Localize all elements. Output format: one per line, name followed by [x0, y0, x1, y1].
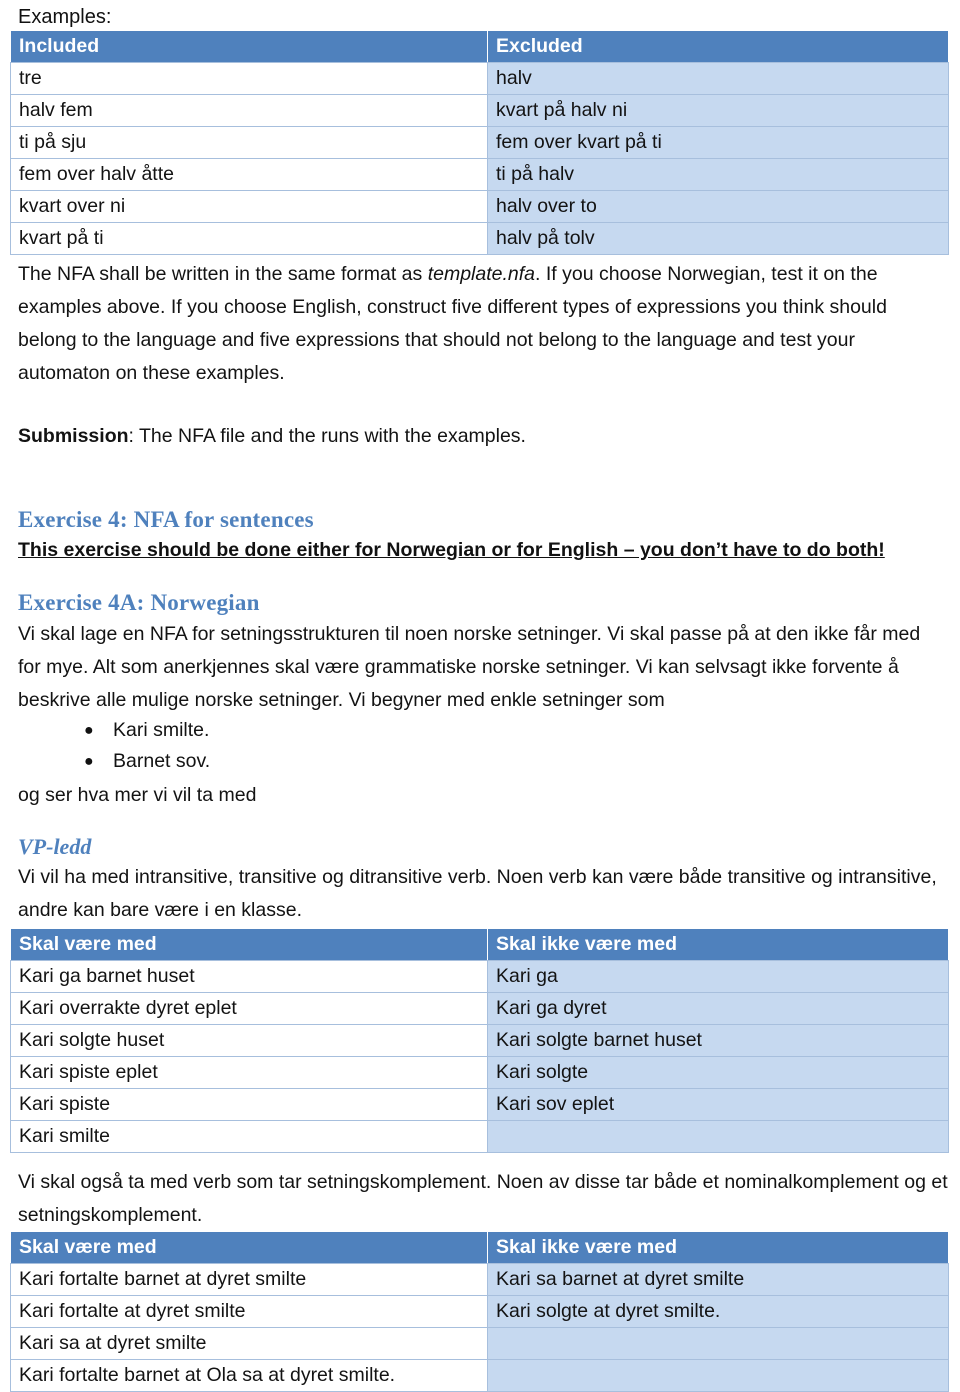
submission-paragraph: Submission: The NFA file and the runs wi…: [18, 420, 948, 453]
table-cell: Kari fortalte at dyret smilte: [10, 1295, 488, 1328]
table-cell: Kari solgte: [487, 1056, 949, 1089]
table-row: Kari solgte huset Kari solgte barnet hus…: [10, 1024, 949, 1057]
column-header-skal-ikke-vaere-med: Skal ikke være med: [487, 928, 949, 961]
table-cell: Kari sa barnet at dyret smilte: [487, 1263, 949, 1296]
exercise4-block: Exercise 4: NFA for sentences This exerc…: [18, 505, 948, 565]
table-cell: kvart på halv ni: [487, 94, 949, 127]
examples-label: Examples:: [18, 6, 112, 28]
vp-ledd-heading: VP-ledd: [18, 834, 92, 859]
table-cell: fem over kvart på ti: [487, 126, 949, 159]
exercise4-note: This exercise should be done either for …: [18, 539, 885, 561]
table-cell: Kari spiste: [10, 1088, 488, 1121]
table-cell: Kari ga barnet huset: [10, 960, 488, 993]
table-cell: halv: [487, 62, 949, 95]
table-row: tre halv: [10, 62, 949, 95]
table-cell: [487, 1359, 949, 1392]
table-row: Kari spiste Kari sov eplet: [10, 1088, 949, 1121]
column-header-excluded: Excluded: [487, 30, 949, 63]
column-header-skal-ikke-vaere-med: Skal ikke være med: [487, 1231, 949, 1264]
table-cell: fem over halv åtte: [10, 158, 488, 191]
list-item: ● Barnet sov.: [18, 746, 948, 777]
table-cell: tre: [10, 62, 488, 95]
table-cell: kvart på ti: [10, 222, 488, 255]
table-cell: ti på halv: [487, 158, 949, 191]
table-cell: kvart over ni: [10, 190, 488, 223]
table-row: Kari fortalte barnet at dyret smilte Kar…: [10, 1263, 949, 1296]
setning-table-wrapper: Skal være med Skal ikke være med Kari fo…: [10, 1231, 949, 1392]
template-filename: template.nfa: [427, 263, 536, 285]
table-cell: Kari smilte: [10, 1120, 488, 1153]
table-cell: halv fem: [10, 94, 488, 127]
table-cell: Kari ga dyret: [487, 992, 949, 1025]
table-row: Kari overrakte dyret eplet Kari ga dyret: [10, 992, 949, 1025]
table-cell: Kari solgte barnet huset: [487, 1024, 949, 1057]
table-cell: Kari sa at dyret smilte: [10, 1327, 488, 1360]
table-row: Kari sa at dyret smilte: [10, 1327, 949, 1360]
table-row: kvart over ni halv over to: [10, 190, 949, 223]
column-header-skal-vaere-med: Skal være med: [10, 928, 488, 961]
examples-table: Included Excluded tre halv halv fem kvar…: [10, 30, 949, 255]
table-cell: halv på tolv: [487, 222, 949, 255]
exercise4a-paragraph: Vi skal lage en NFA for setningsstruktur…: [18, 623, 921, 711]
example-sentences-list-block: ● Kari smilte. ● Barnet sov.: [18, 715, 948, 777]
after-bullets-paragraph: og ser hva mer vi vil ta med: [18, 784, 257, 806]
vp-table: Skal være med Skal ikke være med Kari ga…: [10, 928, 949, 1153]
exercise4-heading: Exercise 4: NFA for sentences: [18, 507, 314, 532]
after-bullets-block: og ser hva mer vi vil ta med: [18, 779, 948, 812]
setningskomplement-paragraph: Vi skal også ta med verb som tar setning…: [18, 1171, 948, 1226]
document-page: Examples: Included Excluded tre halv hal…: [0, 0, 960, 1392]
exercise4a-heading: Exercise 4A: Norwegian: [18, 590, 260, 615]
table-cell: [487, 1327, 949, 1360]
nfa-paragraph-part1: The NFA shall be written in the same for…: [18, 263, 428, 285]
table-cell: Kari overrakte dyret eplet: [10, 992, 488, 1025]
table-row: Kari smilte: [10, 1120, 949, 1153]
exercise4a-block: Exercise 4A: Norwegian Vi skal lage en N…: [18, 588, 948, 717]
table-cell: Kari sov eplet: [487, 1088, 949, 1121]
table-cell: Kari fortalte barnet at Ola sa at dyret …: [10, 1359, 488, 1392]
vp-ledd-paragraph: Vi vil ha med intransitive, transitive o…: [18, 866, 937, 921]
setning-table: Skal være med Skal ikke være med Kari fo…: [10, 1231, 949, 1392]
table-row: halv fem kvart på halv ni: [10, 94, 949, 127]
table-cell: Kari fortalte barnet at dyret smilte: [10, 1263, 488, 1296]
table-row: Kari fortalte at dyret smilte Kari solgt…: [10, 1295, 949, 1328]
vp-ledd-block: VP-ledd Vi vil ha med intransitive, tran…: [18, 833, 948, 927]
nfa-format-paragraph: The NFA shall be written in the same for…: [18, 258, 948, 390]
list-item: ● Kari smilte.: [18, 715, 948, 746]
column-header-skal-vaere-med: Skal være med: [10, 1231, 488, 1264]
submission-block: Submission: The NFA file and the runs wi…: [18, 420, 948, 453]
examples-table-wrapper: Included Excluded tre halv halv fem kvar…: [10, 30, 949, 255]
column-header-included: Included: [10, 30, 488, 63]
nfa-format-paragraph-block: The NFA shall be written in the same for…: [18, 258, 948, 390]
table-header-row: Skal være med Skal ikke være med: [10, 1231, 949, 1264]
table-row: ti på sju fem over kvart på ti: [10, 126, 949, 159]
table-cell: ti på sju: [10, 126, 488, 159]
example-sentences-list: ● Kari smilte. ● Barnet sov.: [18, 715, 948, 777]
setningskomplement-block: Vi skal også ta med verb som tar setning…: [18, 1166, 948, 1232]
table-row: fem over halv åtte ti på halv: [10, 158, 949, 191]
table-row: Kari fortalte barnet at Ola sa at dyret …: [10, 1359, 949, 1392]
table-header-row: Skal være med Skal ikke være med: [10, 928, 949, 961]
submission-label: Submission: [18, 425, 129, 447]
table-cell: [487, 1120, 949, 1153]
submission-text: : The NFA file and the runs with the exa…: [128, 425, 526, 447]
table-row: Kari spiste eplet Kari solgte: [10, 1056, 949, 1089]
bullet-icon: ●: [84, 722, 94, 739]
table-header-row: Included Excluded: [10, 30, 949, 63]
list-item-label: Kari smilte.: [113, 719, 210, 741]
bullet-icon: ●: [84, 753, 94, 770]
vp-table-wrapper: Skal være med Skal ikke være med Kari ga…: [10, 928, 949, 1153]
table-cell: Kari solgte huset: [10, 1024, 488, 1057]
table-row: kvart på ti halv på tolv: [10, 222, 949, 255]
table-cell: Kari ga: [487, 960, 949, 993]
table-cell: Kari spiste eplet: [10, 1056, 488, 1089]
table-cell: halv over to: [487, 190, 949, 223]
table-cell: Kari solgte at dyret smilte.: [487, 1295, 949, 1328]
table-row: Kari ga barnet huset Kari ga: [10, 960, 949, 993]
list-item-label: Barnet sov.: [113, 750, 211, 772]
